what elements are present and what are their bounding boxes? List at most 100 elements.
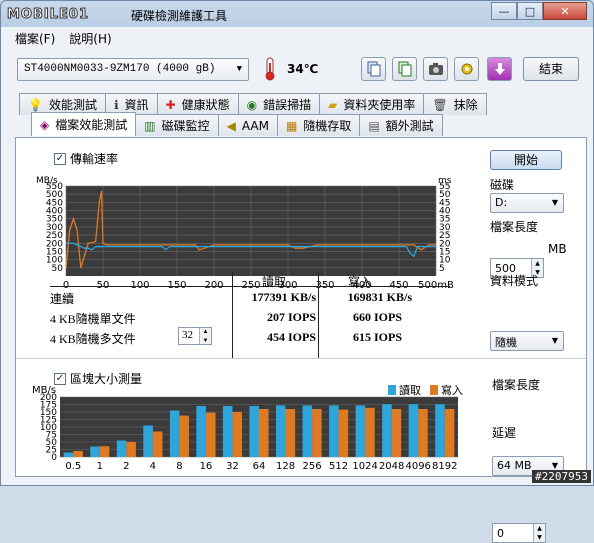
file-length-unit: MB xyxy=(548,242,567,256)
drive-select-value: ST4000NM0033-9ZM170 (4000 gB) xyxy=(24,63,216,75)
app-window: MOBILE01 硬碟檢測維護工具 — □ ✕ 檔案(F) 說明(H) ST40… xyxy=(0,0,594,543)
tab-disk-monitor[interactable]: ▥ 磁碟監控 xyxy=(135,114,219,136)
results-divider xyxy=(50,286,450,287)
bar-read xyxy=(329,405,339,457)
x-tick-label: 8192 xyxy=(432,461,457,472)
tab-label: 錯誤掃描 xyxy=(263,98,312,112)
tab-folder-usage[interactable]: ▰ 資料夾使用率 xyxy=(319,93,425,115)
x-tick-label: 16 xyxy=(200,461,213,472)
y-tick-label: 550 xyxy=(46,182,63,192)
block-file-length-label: 檔案長度 xyxy=(492,378,541,392)
y-tick-label: 200 xyxy=(40,393,57,403)
bar-read xyxy=(116,440,127,457)
transfer-rate-checkbox[interactable]: ✓ 傳輸速率 xyxy=(54,150,118,167)
bar-write xyxy=(444,409,455,457)
delay-value: 0 xyxy=(497,527,504,540)
queue-depth-stepper[interactable]: 32 ▲ ▼ xyxy=(178,327,212,345)
transfer-rate-chart: MB/s ms50 5100 10150 15200 20250 25300 30350 354… xyxy=(36,176,454,291)
bar-read xyxy=(169,410,180,457)
speaker-icon: ◀ xyxy=(226,118,236,133)
data-mode-select[interactable]: 隨機 ▼ xyxy=(490,331,564,351)
4k-multi-write: 615 IOPS xyxy=(352,330,402,344)
x-tick-label: 1024 xyxy=(352,461,377,472)
options-button[interactable] xyxy=(454,57,479,81)
bar-read xyxy=(143,425,153,457)
maximize-button[interactable]: □ xyxy=(517,2,543,20)
bar-read xyxy=(249,406,259,457)
thermometer-icon xyxy=(265,57,275,81)
file-length-label: 檔案長度 xyxy=(490,220,539,234)
bar-read xyxy=(435,404,445,457)
window-title: 硬碟檢測維護工具 xyxy=(131,9,228,23)
menu-file[interactable]: 檔案(F) xyxy=(15,30,55,50)
bar-write xyxy=(312,409,322,457)
bulb-icon: 💡 xyxy=(28,97,43,112)
bar-read xyxy=(355,405,366,457)
data-mode-label: 資料模式 xyxy=(490,274,539,288)
drive-select[interactable]: ST4000NM0033-9ZM170 (4000 gB) ▼ xyxy=(17,58,249,81)
extra-icon: ▤ xyxy=(368,118,380,133)
benchmark-panel: ✓ 傳輸速率 MB/s ms 50 5 100 10 150 15 200 20 250 25 300 3… xyxy=(15,137,587,543)
bar-write xyxy=(259,409,269,457)
close-button[interactable]: ✕ xyxy=(543,2,587,20)
menu-help[interactable]: 說明(H) xyxy=(69,30,111,50)
copy-button[interactable] xyxy=(361,57,386,81)
tab-error-scan[interactable]: ◉ 錯誤掃描 xyxy=(237,93,321,115)
bar-read xyxy=(196,406,206,457)
bar-write xyxy=(99,446,110,457)
row-4k-multi-label: 4 KB隨機多文件 xyxy=(50,332,136,346)
chevron-down-icon: ▼ xyxy=(236,64,242,74)
tab-health[interactable]: ✚ 健康狀態 xyxy=(156,93,239,115)
legend-swatch xyxy=(430,385,438,395)
x-tick-label: 32 xyxy=(226,461,239,472)
legend-label: 讀取 xyxy=(399,383,421,397)
bar-read xyxy=(222,406,233,457)
bar-read xyxy=(382,404,392,457)
scan-icon: ◉ xyxy=(246,97,258,112)
bar-read xyxy=(63,452,74,457)
results-col-sep-1 xyxy=(232,272,233,358)
tab-label: 效能測試 xyxy=(48,98,97,112)
disk-select[interactable]: D: ▼ xyxy=(490,193,564,213)
minimize-button[interactable]: — xyxy=(491,2,517,20)
x-tick-label: 64 xyxy=(253,461,266,472)
bar-write xyxy=(391,409,402,457)
trash-icon: 🗑 xyxy=(432,97,448,112)
row-4k-single-label: 4 KB隨機單文件 xyxy=(50,312,136,326)
tab-aam[interactable]: ◀ AAM xyxy=(217,114,278,136)
tab-random-access[interactable]: ▦ 隨機存取 xyxy=(276,114,361,136)
screenshot-button[interactable] xyxy=(423,57,448,81)
stepper-arrows[interactable]: ▲ ▼ xyxy=(533,524,545,542)
stepper-arrows[interactable]: ▲ ▼ xyxy=(199,328,211,344)
section-divider xyxy=(16,358,586,359)
bar-read xyxy=(275,405,286,457)
chevron-down-icon: ▼ xyxy=(551,461,558,470)
bar-write xyxy=(285,409,296,457)
menu-bar: 檔案(F) 說明(H) xyxy=(5,30,112,50)
tab-label: 抹除 xyxy=(453,98,478,112)
bar-write xyxy=(152,431,163,457)
y-right-tick-label: 55 xyxy=(439,182,450,192)
x-tick-label: 8 xyxy=(176,461,182,472)
tab-extra-tests[interactable]: ▤ 額外測試 xyxy=(359,114,443,136)
copy-all-button[interactable] xyxy=(392,57,417,81)
tab-erase[interactable]: 🗑 抹除 xyxy=(423,93,487,115)
sequential-write: 169831 KB/s xyxy=(347,290,412,304)
bar-read xyxy=(408,404,419,457)
tab-label: AAM xyxy=(241,118,269,133)
exit-button[interactable]: 結束 xyxy=(523,57,579,81)
random-icon: ▦ xyxy=(285,118,298,133)
tab-file-benchmark[interactable]: ◈ 檔案效能測試 xyxy=(31,112,137,136)
bar-write xyxy=(205,412,216,457)
chevron-down-icon: ▼ xyxy=(551,198,558,207)
disk-label: 磁碟 xyxy=(490,178,515,192)
download-button[interactable] xyxy=(487,57,512,81)
tab-label: 額外測試 xyxy=(385,119,434,133)
block-size-chart: MB/s0255075100125150175200讀取 寫入0.5 1 2 4 8 16 3… xyxy=(32,383,463,472)
x-tick-label: 2048 xyxy=(379,461,404,472)
title-bar[interactable]: MOBILE01 硬碟檢測維護工具 — □ ✕ xyxy=(1,1,593,28)
delay-stepper[interactable]: 0 ▲ ▼ xyxy=(492,523,546,543)
start-button[interactable]: 開始 xyxy=(490,150,562,170)
4k-multi-read: 454 IOPS xyxy=(266,330,316,344)
bar-write xyxy=(126,442,136,457)
